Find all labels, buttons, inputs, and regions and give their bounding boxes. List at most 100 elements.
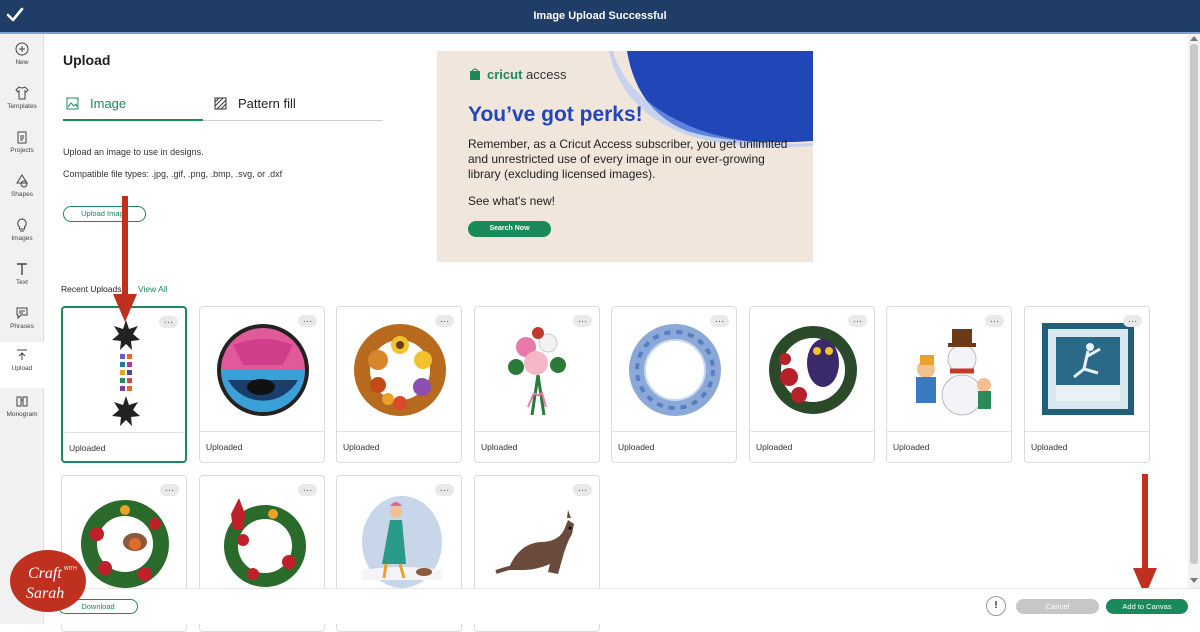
upload-card-stars-strip[interactable]: … Uploaded bbox=[61, 306, 187, 463]
upload-status: Uploaded bbox=[618, 442, 655, 452]
sidebar-item-text[interactable]: Text bbox=[0, 258, 44, 298]
woman-dog-snow-image bbox=[362, 496, 442, 588]
sidebar-item-label: Text bbox=[16, 279, 28, 286]
clipboard-icon bbox=[17, 131, 27, 144]
sidebar-item-label: Templates bbox=[7, 103, 37, 110]
upload-card-autumn-wreath[interactable]: … Uploaded bbox=[336, 306, 462, 463]
footer-bar: Download ! Cancel Add to Canvas bbox=[44, 588, 1200, 624]
autumn-wreath-image bbox=[354, 324, 446, 416]
more-options-button[interactable]: … bbox=[435, 315, 454, 327]
more-options-button[interactable]: … bbox=[159, 316, 178, 328]
search-now-button[interactable]: Search Now bbox=[468, 221, 551, 237]
upload-status: Uploaded bbox=[343, 442, 380, 452]
monogram-icon bbox=[16, 396, 28, 407]
page-title: Image Upload Successful bbox=[533, 10, 667, 22]
info-icon[interactable]: ! bbox=[986, 596, 1006, 616]
promo-brand: cricut access bbox=[487, 67, 567, 82]
wallaby-image bbox=[495, 510, 574, 574]
top-bar: Image Upload Successful bbox=[0, 0, 1200, 34]
pattern-icon bbox=[214, 97, 227, 110]
text-icon bbox=[17, 263, 27, 275]
upload-panel: Upload Image Pattern fill Upload an imag… bbox=[44, 34, 1188, 632]
more-options-button[interactable]: … bbox=[848, 315, 867, 327]
sidebar-item-phrases[interactable]: Phrases bbox=[0, 302, 44, 342]
panel-title: Upload bbox=[63, 52, 111, 68]
upload-card-snowflake-wreath[interactable]: … Uploaded bbox=[611, 306, 737, 463]
vertical-scrollbar[interactable] bbox=[1188, 34, 1200, 588]
sidebar-item-images[interactable]: Images bbox=[0, 214, 44, 254]
promo-body: Remember, as a Cricut Access subscriber,… bbox=[468, 137, 788, 181]
craft-with-sarah-logo: Craft WITH Sarah bbox=[10, 550, 86, 612]
red-arrow-down-icon bbox=[1133, 474, 1157, 596]
snowman-kids-image bbox=[916, 329, 991, 416]
sidebar-item-label: Images bbox=[11, 235, 33, 242]
sidebar-item-projects[interactable]: Projects bbox=[0, 126, 44, 166]
sidebar: New Templates Projects Shapes Images Tex… bbox=[0, 34, 44, 624]
cancel-button[interactable]: Cancel bbox=[1016, 599, 1099, 614]
owl-rose-wreath-image bbox=[769, 326, 857, 414]
sidebar-item-label: Monogram bbox=[6, 411, 38, 418]
plus-circle-icon bbox=[15, 42, 29, 56]
upload-icon bbox=[17, 349, 27, 360]
upload-card-ice-skater-frame[interactable]: … Uploaded bbox=[1024, 306, 1150, 463]
add-to-canvas-button[interactable]: Add to Canvas bbox=[1106, 599, 1188, 614]
scroll-thumb[interactable] bbox=[1190, 44, 1198, 564]
upload-card-flower-bouquet[interactable]: … Uploaded bbox=[474, 306, 600, 463]
svg-text:Craft: Craft bbox=[28, 565, 62, 582]
stars-strip-image bbox=[112, 320, 140, 426]
view-all-link[interactable]: View All bbox=[138, 284, 168, 294]
upload-status: Uploaded bbox=[206, 442, 243, 452]
more-options-button[interactable]: … bbox=[573, 315, 592, 327]
sidebar-item-new[interactable]: New bbox=[0, 38, 44, 78]
cardinal-wreath-image bbox=[224, 498, 306, 587]
sidebar-item-label: Shapes bbox=[10, 191, 34, 198]
upload-status: Uploaded bbox=[481, 442, 518, 452]
ice-skater-frame-image bbox=[1042, 323, 1134, 415]
image-icon bbox=[66, 97, 79, 110]
sidebar-item-label: New bbox=[15, 59, 29, 66]
svg-text:Sarah: Sarah bbox=[26, 585, 64, 602]
tab-pattern-fill[interactable]: Pattern fill bbox=[214, 96, 354, 120]
file-types-text: Compatible file types: .jpg, .gif, .png,… bbox=[63, 169, 283, 179]
upload-card-snowman-kids[interactable]: … Uploaded bbox=[886, 306, 1012, 463]
sidebar-item-shapes[interactable]: Shapes bbox=[0, 170, 44, 210]
sidebar-item-monogram[interactable]: Monogram bbox=[0, 390, 44, 430]
bear-circle-image bbox=[217, 324, 309, 416]
more-options-button[interactable]: … bbox=[573, 484, 592, 496]
sidebar-item-templates[interactable]: Templates bbox=[0, 82, 44, 122]
upload-description: Upload an image to use in designs. bbox=[63, 147, 204, 157]
more-options-button[interactable]: … bbox=[985, 315, 1004, 327]
lightbulb-icon bbox=[17, 218, 27, 232]
sidebar-item-upload[interactable]: Upload bbox=[0, 342, 44, 388]
speech-bubble-icon bbox=[16, 307, 28, 320]
upload-card-bear-circle[interactable]: … Uploaded bbox=[199, 306, 325, 463]
promo-see-new: See what's new! bbox=[468, 194, 556, 208]
more-options-button[interactable]: … bbox=[435, 484, 454, 496]
scroll-down-icon[interactable] bbox=[1190, 578, 1198, 583]
promo-headline: You’ve got perks! bbox=[468, 103, 643, 126]
upload-card-owl-rose-wreath[interactable]: … Uploaded bbox=[749, 306, 875, 463]
shapes-icon bbox=[16, 174, 28, 188]
svg-text:WITH: WITH bbox=[64, 566, 77, 572]
robin-wreath-image bbox=[81, 500, 169, 588]
red-arrow-down-icon bbox=[113, 196, 137, 322]
promo-banner[interactable]: cricut access You’ve got perks! Remember… bbox=[437, 51, 813, 262]
active-tab-indicator bbox=[63, 119, 203, 121]
sidebar-item-label: Upload bbox=[11, 365, 33, 372]
more-options-button[interactable]: … bbox=[298, 484, 317, 496]
more-options-button[interactable]: … bbox=[710, 315, 729, 327]
tab-image[interactable]: Image bbox=[66, 96, 186, 120]
upload-status: Uploaded bbox=[756, 442, 793, 452]
snowflake-wreath-image bbox=[629, 324, 721, 416]
upload-status: Uploaded bbox=[69, 443, 106, 453]
flower-bouquet-image bbox=[508, 327, 566, 416]
shirt-icon bbox=[15, 86, 29, 100]
more-options-button[interactable]: … bbox=[160, 484, 179, 496]
sidebar-item-label: Phrases bbox=[10, 323, 34, 330]
upload-status: Uploaded bbox=[893, 442, 930, 452]
cricut-logo-icon bbox=[470, 68, 480, 80]
more-options-button[interactable]: … bbox=[1123, 315, 1142, 327]
more-options-button[interactable]: … bbox=[298, 315, 317, 327]
upload-status: Uploaded bbox=[1031, 442, 1068, 452]
scroll-up-icon[interactable] bbox=[1190, 36, 1198, 41]
